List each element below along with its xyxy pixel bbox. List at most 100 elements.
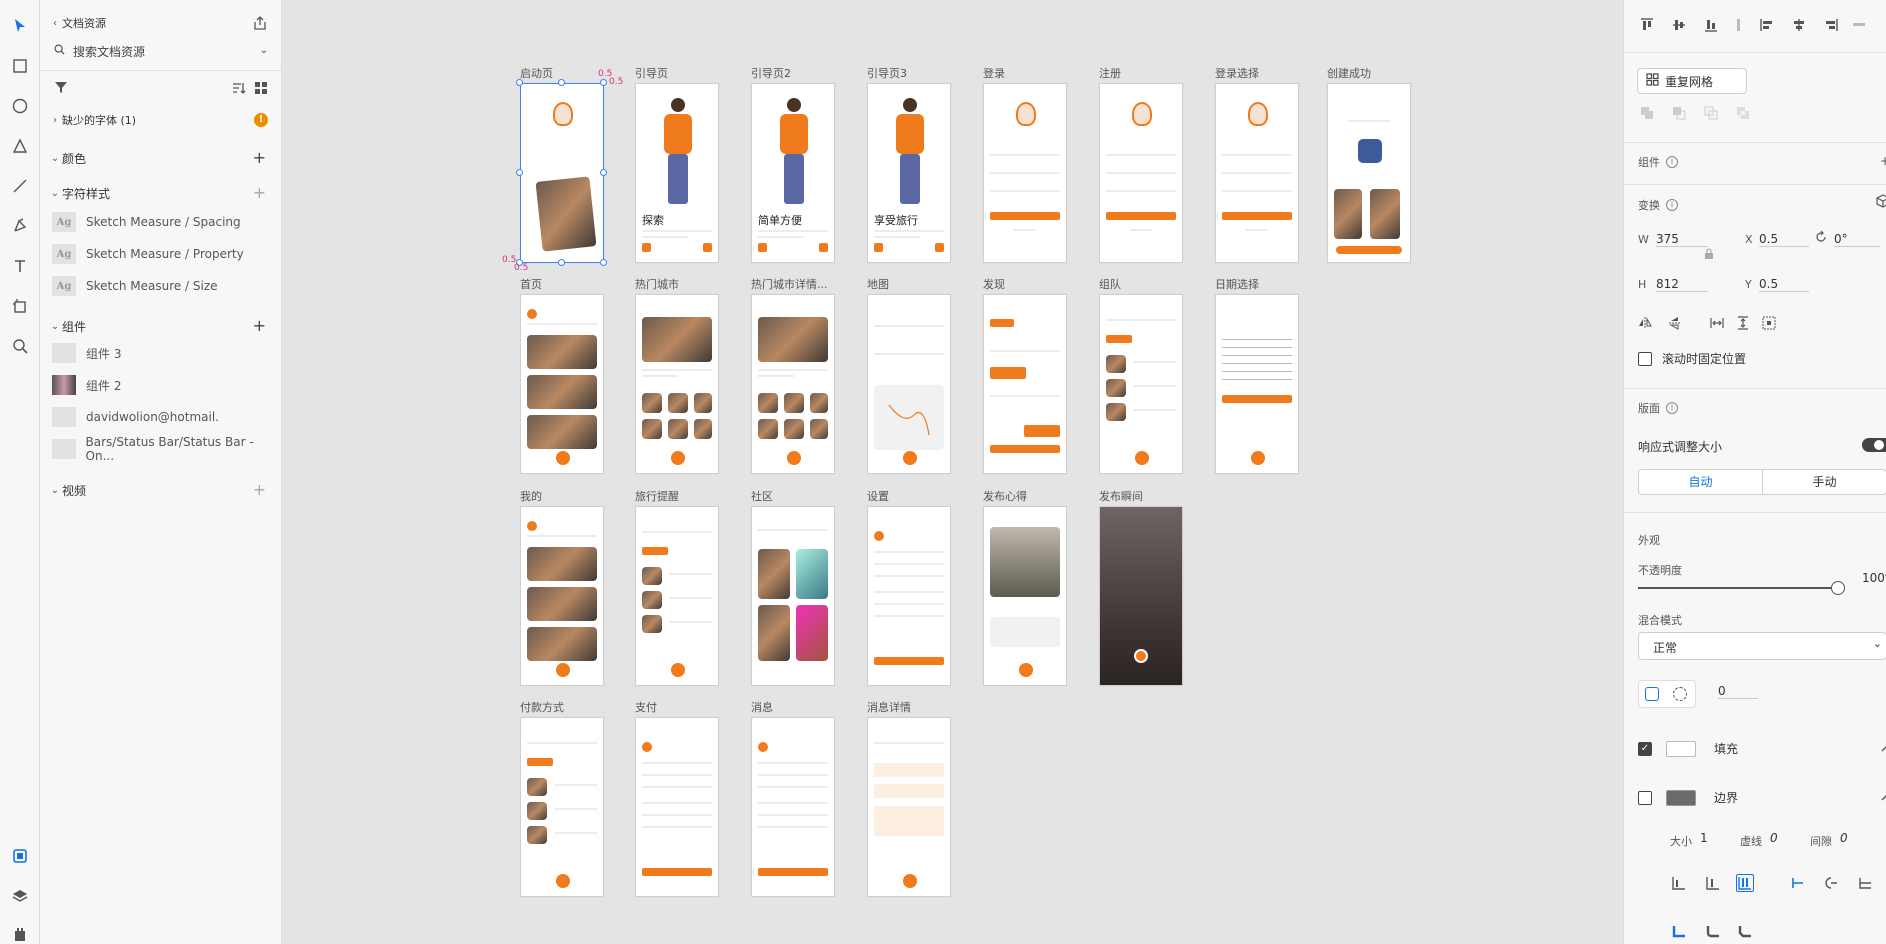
component-item[interactable]: 组件 2: [52, 373, 282, 397]
pen-tool-icon[interactable]: [6, 212, 34, 240]
search-dropdown-icon[interactable]: ⌄: [260, 43, 268, 59]
border-checkbox[interactable]: [1638, 790, 1652, 805]
join-miter-icon[interactable]: [1670, 922, 1688, 940]
artboard-map[interactable]: [867, 294, 951, 474]
artboard-label[interactable]: 登录: [983, 65, 1005, 81]
fit-width-icon[interactable]: [1708, 314, 1726, 332]
cap-butt-icon[interactable]: [1788, 874, 1806, 892]
document-assets-icon[interactable]: [6, 842, 34, 870]
fit-height-icon[interactable]: [1734, 314, 1752, 332]
repeat-grid-button[interactable]: 重复网格: [1637, 68, 1747, 94]
ellipse-tool-icon[interactable]: [6, 92, 34, 120]
opacity-slider-handle[interactable]: [1831, 581, 1845, 595]
artboard-label[interactable]: 消息: [751, 699, 773, 715]
colors-section[interactable]: ⌄ 颜色 +: [40, 146, 282, 170]
flip-horizontal-icon[interactable]: [1636, 314, 1654, 332]
stroke-inside-icon[interactable]: [1670, 874, 1688, 892]
artboard-settings[interactable]: [751, 717, 835, 897]
align-middle-icon[interactable]: [1670, 16, 1688, 34]
flip-vertical-icon[interactable]: [1666, 314, 1684, 332]
artboard-label[interactable]: 地图: [867, 276, 889, 292]
resize-handle[interactable]: [600, 259, 607, 266]
blend-mode-select[interactable]: 正常 ⌄: [1638, 632, 1886, 660]
back-chevron-icon[interactable]: ‹: [48, 18, 62, 29]
resize-handle[interactable]: [558, 259, 565, 266]
line-tool-icon[interactable]: [6, 172, 34, 200]
add-component-icon[interactable]: +: [253, 318, 266, 334]
text-tool-icon[interactable]: [6, 252, 34, 280]
fix-on-scroll-row[interactable]: 滚动时固定位置: [1638, 350, 1746, 367]
zoom-tool-icon[interactable]: [6, 332, 34, 360]
add-text-style-icon[interactable]: +: [253, 185, 266, 201]
artboard-label[interactable]: 我的: [520, 488, 542, 504]
layers-icon[interactable]: [6, 882, 34, 910]
artboard-label[interactable]: 引导页3: [867, 65, 907, 81]
align-bottom-icon[interactable]: [1702, 16, 1720, 34]
stroke-center-icon[interactable]: [1704, 874, 1722, 892]
intersect-icon[interactable]: [1702, 104, 1720, 122]
text-style-item[interactable]: Ag Sketch Measure / Size: [52, 274, 282, 298]
eyedropper-icon[interactable]: [1880, 741, 1886, 756]
cap-round-icon[interactable]: [1822, 874, 1840, 892]
artboard-settings[interactable]: [635, 717, 719, 897]
design-canvas[interactable]: 启动页 引导页 探索 引导页2 简单方便 引导页3 享受旅行 登录 注册 登录选择 创建成功 首页 热门…: [283, 0, 1623, 944]
artboard-label[interactable]: 发布心得: [983, 488, 1027, 504]
artboard-guide[interactable]: 简单方便: [751, 83, 835, 263]
artboard-calendar[interactable]: [1215, 294, 1299, 474]
stroke-outside-icon[interactable]: [1736, 874, 1754, 892]
component-item[interactable]: 组件 3: [52, 341, 282, 365]
artboard-label[interactable]: 引导页: [635, 65, 668, 81]
height-input[interactable]: 812: [1656, 277, 1708, 292]
artboard-success[interactable]: [1327, 83, 1411, 263]
missing-fonts-row[interactable]: › 缺少的字体 (1) !: [40, 108, 282, 132]
artboard-label[interactable]: 创建成功: [1327, 65, 1371, 81]
per-corner-icon[interactable]: [1673, 687, 1687, 701]
selection-box[interactable]: [520, 83, 604, 263]
artboard-discover[interactable]: [983, 294, 1067, 474]
rectangle-tool-icon[interactable]: [6, 52, 34, 80]
artboard-login[interactable]: [983, 83, 1067, 263]
artboard-label[interactable]: 热门城市: [635, 276, 679, 292]
fit-content-icon[interactable]: [1760, 314, 1778, 332]
align-center-icon[interactable]: [1790, 16, 1808, 34]
eyedropper-icon[interactable]: [1880, 790, 1886, 805]
fill-checkbox[interactable]: ✓: [1638, 741, 1652, 756]
artboard-label[interactable]: 支付: [635, 699, 657, 715]
artboard-label[interactable]: 引导页2: [751, 65, 791, 81]
corner-radius-input[interactable]: 0: [1718, 684, 1758, 699]
lock-aspect-icon[interactable]: [1704, 248, 1714, 263]
component-item[interactable]: davidwolion@hotmail.: [52, 405, 282, 429]
y-input[interactable]: 0.5: [1759, 277, 1809, 292]
resize-handle[interactable]: [558, 79, 565, 86]
artboard-label[interactable]: 注册: [1099, 65, 1121, 81]
artboard-label[interactable]: 旅行提醒: [635, 488, 679, 504]
border-color-swatch[interactable]: [1666, 789, 1696, 806]
responsive-resize-toggle[interactable]: [1862, 438, 1886, 452]
fix-on-scroll-checkbox[interactable]: [1638, 351, 1652, 366]
artboard-list[interactable]: [635, 506, 719, 686]
artboard-guide[interactable]: 探索: [635, 83, 719, 263]
distribute-horizontal-icon[interactable]: [1850, 16, 1868, 34]
text-styles-section[interactable]: ⌄ 字符样式 +: [40, 181, 282, 205]
component-item[interactable]: Bars/Status Bar/Status Bar - On...: [52, 435, 282, 463]
artboard-label[interactable]: 设置: [867, 488, 889, 504]
text-style-item[interactable]: Ag Sketch Measure / Property: [52, 242, 282, 266]
artboard-label[interactable]: 登录选择: [1215, 65, 1259, 81]
add-component-icon[interactable]: +: [1880, 154, 1886, 168]
align-left-icon[interactable]: [1758, 16, 1776, 34]
add-color-icon[interactable]: +: [253, 150, 266, 166]
artboard-community[interactable]: [751, 506, 835, 686]
artboard-profile[interactable]: [520, 506, 604, 686]
artboard-label[interactable]: 社区: [751, 488, 773, 504]
triangle-tool-icon[interactable]: [6, 132, 34, 160]
select-tool-icon[interactable]: [6, 12, 34, 40]
filter-icon[interactable]: [54, 80, 68, 97]
share-icon[interactable]: [252, 15, 268, 34]
artboard-label[interactable]: 首页: [520, 276, 542, 292]
grid-view-icon[interactable]: [254, 81, 268, 98]
info-icon[interactable]: i: [1666, 156, 1678, 168]
text-style-item[interactable]: Ag Sketch Measure / Spacing: [52, 210, 282, 234]
components-section[interactable]: ⌄ 组件 +: [40, 314, 282, 338]
subtract-icon[interactable]: [1670, 104, 1688, 122]
artboard-guide[interactable]: 享受旅行: [867, 83, 951, 263]
